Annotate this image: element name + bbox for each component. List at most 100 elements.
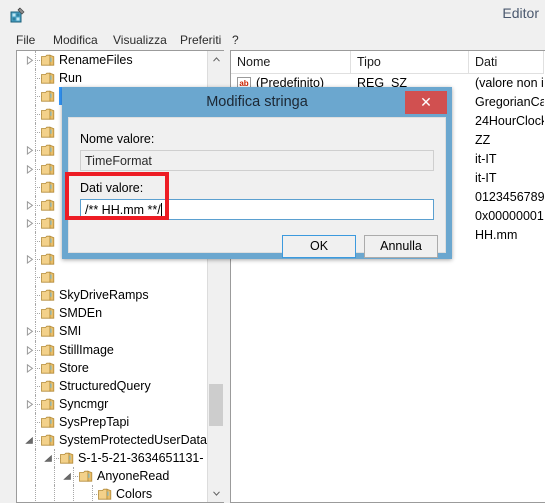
- folder-icon: [41, 89, 55, 103]
- folder-icon: [41, 252, 55, 266]
- value-name-label: Nome valore:: [80, 132, 155, 146]
- folder-icon: [41, 433, 55, 447]
- tree-node-label: SkyDriveRamps: [59, 288, 149, 303]
- tree-node-label: Store: [59, 360, 89, 375]
- folder-icon: [98, 487, 112, 501]
- tree-node-label: StillImage: [59, 342, 114, 357]
- tree-node-anyoneread[interactable]: AnyoneRead: [17, 467, 207, 486]
- folder-icon: [41, 234, 55, 248]
- dialog-titlebar[interactable]: Modifica stringa ✕: [62, 87, 452, 117]
- tree-node-structuredquery[interactable]: StructuredQuery: [17, 376, 207, 395]
- ok-button[interactable]: OK: [282, 235, 356, 258]
- tree-expand-icon[interactable]: [25, 200, 34, 210]
- tree-expand-icon[interactable]: [25, 56, 34, 65]
- tree-guideline: [35, 485, 37, 502]
- tree-guideline: [54, 467, 56, 486]
- folder-icon: [41, 198, 55, 212]
- menu-bar: File Modifica Visualizza Preferiti ?: [0, 30, 545, 50]
- close-icon[interactable]: ✕: [405, 91, 447, 114]
- folder-icon: [41, 306, 55, 320]
- menu-item-preferiti[interactable]: Preferiti: [177, 32, 224, 48]
- tree-node-label: RenameFiles: [59, 53, 133, 67]
- folder-icon: [41, 379, 55, 393]
- edit-string-dialog: Modifica stringa ✕ Nome valore: TimeForm…: [62, 87, 452, 259]
- scroll-down-arrow-icon[interactable]: [208, 485, 224, 502]
- value-data-field[interactable]: /** HH.mm **/: [80, 199, 434, 220]
- tree-node-run[interactable]: Run: [17, 69, 207, 88]
- menu-item-modifica[interactable]: Modifica: [50, 32, 101, 48]
- tree-node-s-1-5-21-3634651131[interactable]: S-1-5-21-3634651131-: [17, 449, 207, 468]
- folder-icon: [79, 469, 93, 483]
- folder-icon: [41, 288, 55, 302]
- tree-guideline: [35, 449, 37, 468]
- window-titlebar: Editor: [0, 0, 545, 31]
- tree-node[interactable]: [17, 268, 207, 287]
- tree-node-smden[interactable]: SMDEn: [17, 304, 207, 323]
- tree-node-label: Colors: [116, 487, 153, 502]
- folder-icon: [41, 143, 55, 157]
- folder-icon: [41, 216, 55, 230]
- folder-icon: [41, 361, 55, 375]
- tree-node-syncmgr[interactable]: Syncmgr: [17, 394, 207, 413]
- cell-dati: (valore non in: [475, 76, 544, 90]
- tree-node-label: S-1-5-21-3634651131-: [78, 451, 204, 466]
- column-header-dati[interactable]: Dati: [469, 51, 544, 74]
- tree-node-label: Syncmgr: [59, 396, 109, 411]
- listview-header: Nome Tipo Dati: [231, 51, 544, 74]
- folder-icon: [41, 53, 55, 67]
- folder-icon: [41, 71, 55, 85]
- cell-dati: HH.mm: [475, 228, 518, 242]
- text-caret: [160, 203, 162, 216]
- column-header-nome[interactable]: Nome: [231, 51, 351, 74]
- cancel-button[interactable]: Annulla: [364, 235, 438, 258]
- tree-scrollbar-thumb[interactable]: [209, 384, 223, 426]
- folder-icon: [60, 451, 74, 465]
- cell-dati: 0x00000001 (1: [475, 209, 544, 223]
- value-name-field[interactable]: TimeFormat: [80, 150, 434, 171]
- dialog-title: Modifica stringa: [206, 94, 308, 110]
- folder-icon: [41, 397, 55, 411]
- tree-collapse-icon[interactable]: [25, 436, 34, 445]
- folder-icon: [41, 324, 55, 338]
- tree-node-smi[interactable]: SMI: [17, 322, 207, 341]
- folder-icon: [41, 270, 55, 284]
- tree-expand-icon[interactable]: [25, 255, 34, 265]
- tree-collapse-icon[interactable]: [44, 454, 53, 463]
- tree-collapse-icon[interactable]: [63, 472, 72, 481]
- tree-expand-icon[interactable]: [25, 164, 34, 174]
- tree-node-label: SMDEn: [59, 306, 103, 321]
- tree-node-systemprotecteduserdata[interactable]: SystemProtectedUserData: [17, 430, 207, 450]
- registry-editor-window: Editor File Modifica Visualizza Preferit…: [0, 0, 545, 503]
- tree-node-skydriveramps[interactable]: SkyDriveRamps: [17, 286, 207, 305]
- menu-item-help[interactable]: ?: [229, 32, 242, 48]
- tree-node-label: SMI: [59, 324, 82, 339]
- tree-node-label: Run: [59, 71, 82, 86]
- cell-dati: 24HourClock: [475, 114, 544, 128]
- folder-icon: [41, 415, 55, 429]
- tree-expand-icon[interactable]: [25, 146, 34, 156]
- tree-node-syspreptapi[interactable]: SysPrepTapi: [17, 412, 207, 431]
- menu-item-file[interactable]: File: [13, 32, 38, 48]
- tree-node-label: SystemProtectedUserData: [59, 432, 207, 447]
- menu-item-visualizza[interactable]: Visualizza: [110, 32, 170, 48]
- folder-icon: [41, 343, 55, 357]
- tree-expand-icon[interactable]: [25, 399, 34, 409]
- folder-icon: [41, 125, 55, 139]
- tree-node-renamefiles[interactable]: RenameFiles: [17, 51, 207, 70]
- value-data-text: /** HH.mm **/: [85, 203, 161, 217]
- tree-expand-icon[interactable]: [25, 345, 34, 355]
- tree-node-stillimage[interactable]: StillImage: [17, 340, 207, 359]
- tree-expand-icon[interactable]: [25, 218, 34, 228]
- column-header-tipo[interactable]: Tipo: [351, 51, 469, 74]
- tree-expand-icon[interactable]: [25, 363, 34, 373]
- tree-guideline: [35, 467, 37, 486]
- scroll-up-arrow-icon[interactable]: [208, 51, 224, 68]
- window-title: Editor: [502, 5, 539, 21]
- tree-node-store[interactable]: Store: [17, 358, 207, 377]
- folder-icon: [41, 107, 55, 121]
- tree-guideline: [54, 485, 56, 502]
- tree-node-colors[interactable]: Colors: [17, 485, 207, 502]
- tree-expand-icon[interactable]: [25, 327, 34, 337]
- cell-dati: ZZ: [475, 133, 491, 147]
- registry-editor-icon: [9, 6, 27, 24]
